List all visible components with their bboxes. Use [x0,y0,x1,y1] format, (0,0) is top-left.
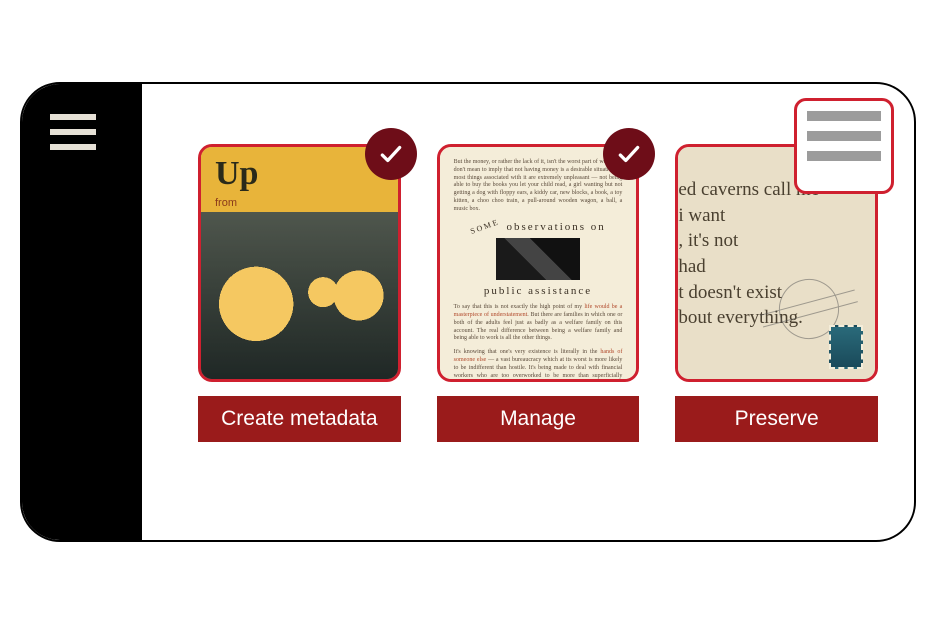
create-metadata-button[interactable]: Create metadata [198,396,401,442]
metadata-form-overlay[interactable] [794,98,894,194]
manage-button[interactable]: Manage [437,396,640,442]
doc-heading-left: SOME [469,217,501,237]
doc-inline-image [496,238,580,280]
thumbnail-document[interactable]: But the money, or rather the lack of it,… [437,144,640,382]
doc-heading-mid: observations on [506,220,605,234]
hamburger-icon[interactable] [50,114,96,150]
form-field [807,111,881,121]
postcard-line: , it's not [678,228,861,254]
form-field [807,131,881,141]
card-preserve: ed caverns call me i want , it's not had… [675,144,878,540]
checkmark-badge [603,128,655,180]
postage-stamp [829,325,863,369]
postcard-line: i want [678,203,861,229]
postcard-line: had [678,254,861,280]
preserve-button[interactable]: Preserve [675,396,878,442]
thumbnail-magazine[interactable]: Up from [198,144,401,382]
magazine-title: Up [215,155,258,193]
card-manage: But the money, or rather the lack of it,… [437,144,640,540]
card-create-metadata: Up from Create metadata [198,144,401,540]
app-window: Up from Create metadata But the money, o… [20,82,916,542]
form-field [807,151,881,161]
card-row: Up from Create metadata But the money, o… [142,84,914,540]
magazine-subtitle: from [215,197,237,209]
sidebar [22,84,142,540]
doc-heading-bottom: public assistance [454,284,623,298]
checkmark-badge [365,128,417,180]
